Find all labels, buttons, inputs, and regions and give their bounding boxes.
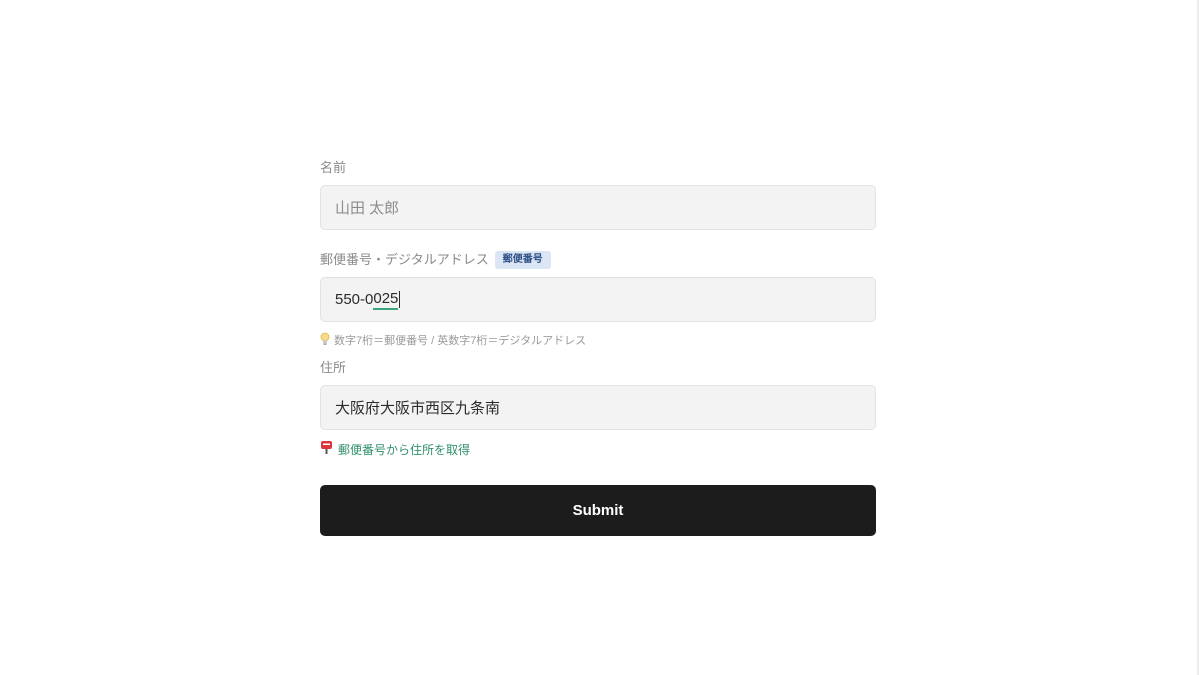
text-caret (399, 291, 401, 308)
postal-value-prefix: 550-0 (335, 291, 374, 308)
page: 名前 山田 太郎 郵便番号・デジタルアドレス 郵便番号 550-0 025 数字7… (0, 0, 1199, 675)
postal-label-row: 郵便番号・デジタルアドレス 郵便番号 (320, 251, 876, 269)
postal-input[interactable]: 550-0 025 (320, 277, 876, 322)
name-label-row: 名前 (320, 159, 876, 177)
lightbulb-icon (320, 332, 330, 349)
address-label: 住所 (320, 360, 347, 375)
postbox-icon (320, 440, 333, 458)
fetch-address-label: 郵便番号から住所を取得 (338, 442, 471, 457)
name-input[interactable]: 山田 太郎 (320, 185, 876, 230)
postal-label: 郵便番号・デジタルアドレス (320, 252, 489, 267)
address-form: 名前 山田 太郎 郵便番号・デジタルアドレス 郵便番号 550-0 025 数字7… (320, 159, 876, 536)
postal-hint-text: 数字7桁＝郵便番号 / 英数字7桁＝デジタルアドレス (334, 335, 587, 347)
address-input[interactable]: 大阪府大阪市西区九条南 (320, 385, 876, 430)
postal-hint: 数字7桁＝郵便番号 / 英数字7桁＝デジタルアドレス (320, 332, 876, 349)
submit-button[interactable]: Submit (320, 485, 876, 536)
name-placeholder: 山田 太郎 (335, 200, 400, 217)
address-value: 大阪府大阪市西区九条南 (335, 400, 501, 417)
address-label-row: 住所 (320, 359, 876, 377)
name-label: 名前 (320, 160, 347, 175)
postal-value-composing: 025 (373, 290, 399, 310)
fetch-address-link[interactable]: 郵便番号から住所を取得 (320, 441, 876, 457)
postal-type-badge: 郵便番号 (494, 251, 551, 269)
